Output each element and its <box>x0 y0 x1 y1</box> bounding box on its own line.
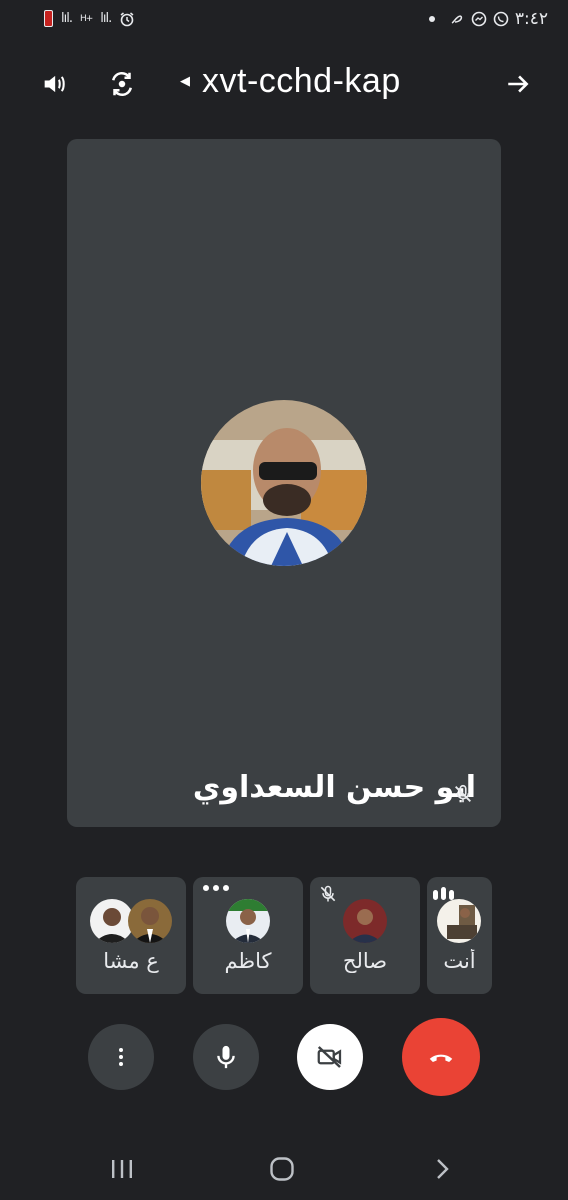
speaker-button[interactable] <box>32 62 76 106</box>
mic-off-icon <box>320 885 336 902</box>
nfc-icon <box>451 15 462 24</box>
status-right: ٣:٤٢ <box>428 9 548 29</box>
data-indicator: H+ <box>79 13 93 24</box>
audio-bars-icon <box>433 887 454 900</box>
participant-tile[interactable]: ع مشا <box>76 877 186 994</box>
clock: ٣:٤٢ <box>514 9 548 29</box>
more-vert-icon <box>119 1048 123 1066</box>
meeting-code[interactable]: xvt-cchd-kap <box>202 62 401 101</box>
back-button[interactable] <box>422 1152 462 1186</box>
battery-icon <box>44 10 53 27</box>
recents-icon <box>112 1160 132 1178</box>
end-call-button[interactable] <box>402 1018 480 1096</box>
participant-name: كاظم <box>224 949 272 973</box>
more-dots-icon <box>203 885 229 891</box>
camera-off-icon <box>317 1046 342 1068</box>
arrow-right-icon <box>508 75 529 93</box>
status-left: lıl. H+ lıl. <box>44 10 135 27</box>
participant-name: ع مشا <box>103 949 159 973</box>
main-speaker-name: ابو حسن السعداوي <box>192 770 476 805</box>
participant-name: صالح <box>342 949 388 973</box>
meeting-info-button[interactable] <box>496 62 540 106</box>
messenger-icon <box>471 11 487 27</box>
main-speaker-avatar <box>201 400 367 566</box>
participant-avatar <box>437 899 481 943</box>
participant-name: أنت <box>443 949 476 973</box>
more-options-button[interactable] <box>88 1024 154 1090</box>
participant-tile[interactable]: صالح <box>310 877 420 994</box>
participant-tile-self[interactable]: أنت <box>427 877 492 994</box>
signal-icon: lıl. <box>100 11 112 26</box>
participant-avatar <box>343 899 387 943</box>
back-icon <box>437 1159 449 1179</box>
speaker-icon <box>44 75 65 93</box>
mic-icon <box>217 1045 235 1069</box>
alarm-icon <box>120 11 134 26</box>
participant-avatar <box>128 899 172 943</box>
home-button[interactable] <box>262 1152 302 1186</box>
recents-button[interactable] <box>102 1152 142 1186</box>
home-icon <box>270 1157 294 1181</box>
end-call-icon <box>429 1054 453 1062</box>
switch-camera-button[interactable] <box>100 62 144 106</box>
dot-icon <box>428 16 435 22</box>
signal-icon: lıl. <box>61 11 73 26</box>
whatsapp-icon <box>493 11 509 27</box>
mic-off-icon <box>455 784 471 803</box>
camera-toggle-button[interactable] <box>297 1024 363 1090</box>
participant-tile[interactable]: كاظم <box>193 877 303 994</box>
microphone-button[interactable] <box>193 1024 259 1090</box>
status-bar: lıl. H+ lıl. ٣:٤٢ <box>0 0 568 44</box>
caret-left-icon: ◀ <box>180 74 190 89</box>
participant-avatar <box>226 899 270 943</box>
switch-camera-icon <box>112 71 132 97</box>
meeting-top-bar: ◀ xvt-cchd-kap <box>0 52 568 116</box>
